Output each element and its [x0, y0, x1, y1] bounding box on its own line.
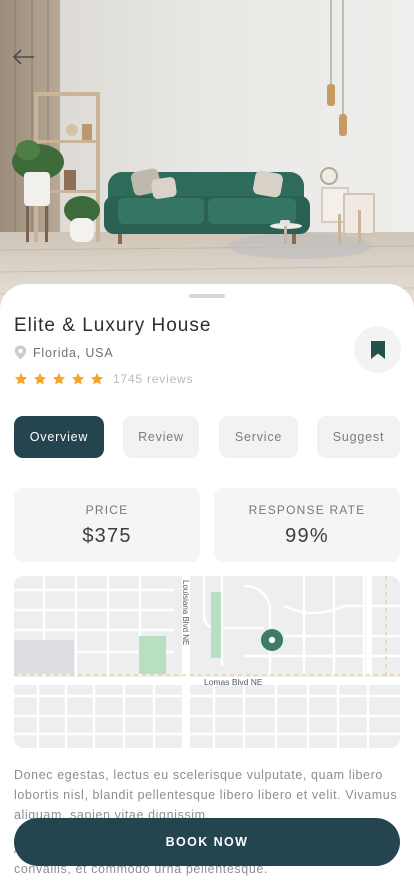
- response-rate-value: 99%: [285, 524, 329, 547]
- response-rate-card: RESPONSE RATE 99%: [214, 488, 400, 562]
- price-card: PRICE $375: [14, 488, 200, 562]
- tab-service[interactable]: Service: [219, 416, 298, 458]
- price-label: PRICE: [85, 502, 129, 517]
- tab-suggest[interactable]: Suggest: [317, 416, 400, 458]
- detail-tabs: Overview Review Service Suggest: [14, 416, 400, 458]
- response-rate-label: RESPONSE RATE: [248, 502, 366, 517]
- property-title: Elite & Luxury House: [14, 315, 212, 336]
- back-button[interactable]: [8, 42, 38, 72]
- star-icon: [90, 372, 104, 385]
- location-pin-icon: [14, 345, 27, 360]
- reviews-count[interactable]: 1745 reviews: [113, 372, 193, 386]
- price-value: $375: [82, 524, 132, 547]
- location-text: Florida, USA: [33, 345, 114, 360]
- book-now-button[interactable]: BOOK NOW: [14, 818, 400, 866]
- map-street-horizontal: Lomas Blvd NE: [204, 677, 263, 687]
- arrow-left-icon: [12, 49, 34, 65]
- hero-image: [0, 0, 414, 310]
- star-icon: [71, 372, 85, 385]
- property-location: Florida, USA: [14, 345, 113, 360]
- tab-review[interactable]: Review: [123, 416, 199, 458]
- star-icon: [14, 372, 28, 385]
- sheet-drag-handle[interactable]: [189, 294, 225, 298]
- details-sheet: Elite & Luxury House Florida, USA 1745 r…: [0, 284, 414, 896]
- location-map[interactable]: Loulsiana Blvd NE Lomas Blvd NE: [14, 576, 400, 748]
- star-icon: [52, 372, 66, 385]
- description-paragraph: Donec egestas, lectus eu scelerisque vul…: [14, 768, 398, 822]
- bookmark-button[interactable]: [354, 326, 401, 373]
- star-icon: [33, 372, 47, 385]
- map-pin-icon[interactable]: [261, 629, 283, 651]
- map-street-vertical: Loulsiana Blvd NE: [181, 580, 190, 645]
- tab-overview[interactable]: Overview: [14, 416, 104, 458]
- rating-row: 1745 reviews: [14, 372, 193, 386]
- bookmark-icon: [370, 340, 385, 359]
